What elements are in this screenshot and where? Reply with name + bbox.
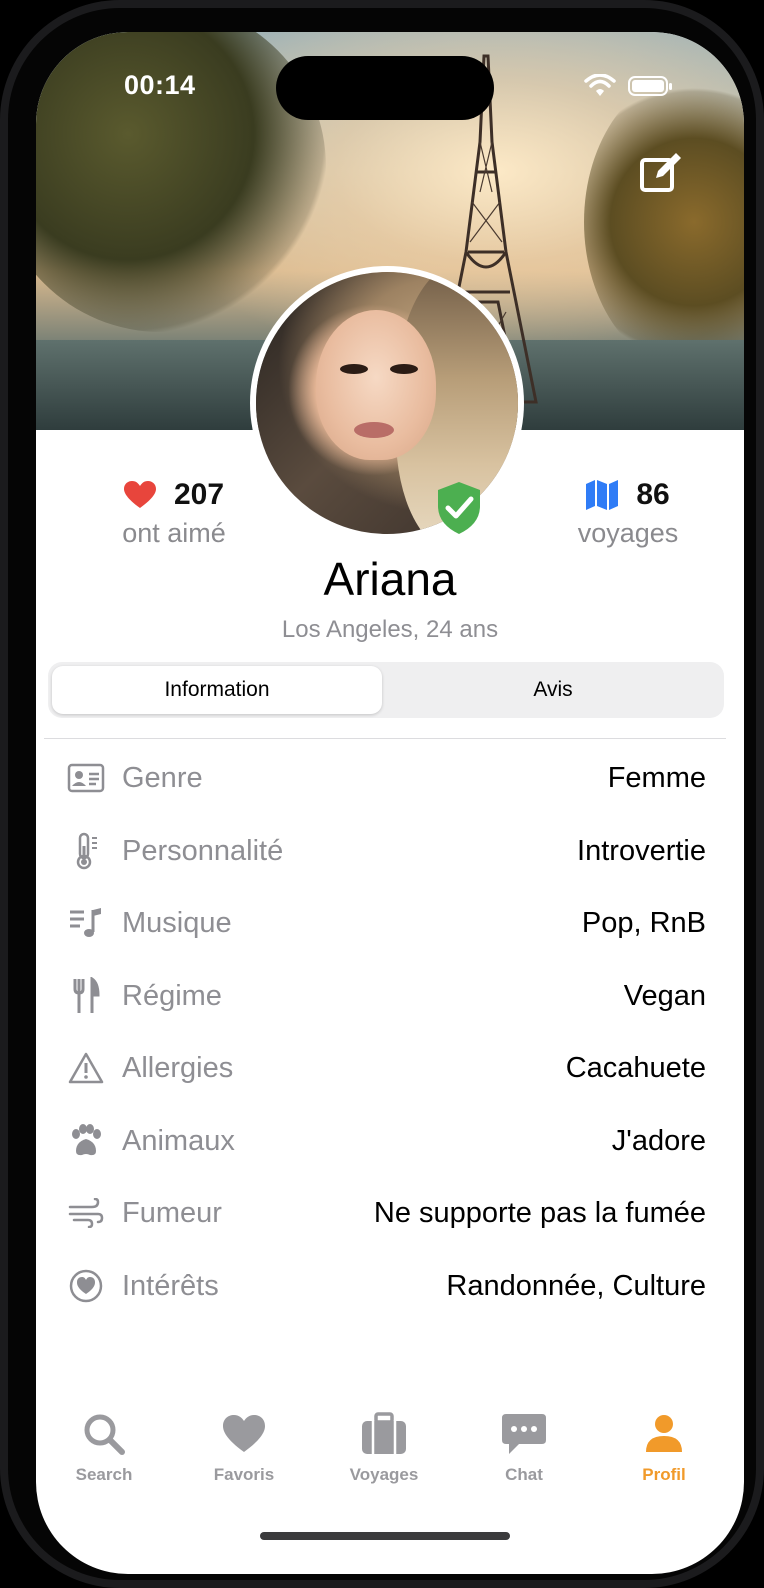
app-screen: 00:14 207 ont aimé 86 voyages Ariana Los… <box>36 32 744 1574</box>
map-icon <box>586 480 619 510</box>
detail-value: Randonnée, Culture <box>446 1269 706 1302</box>
detail-value: Introvertie <box>577 834 706 867</box>
verified-shield-icon <box>438 482 480 534</box>
heart-icon <box>123 481 156 508</box>
wifi-icon <box>584 74 616 96</box>
detail-value: Ne supporte pas la fumée <box>373 1196 706 1229</box>
cover-tree-right <box>584 72 744 372</box>
trips-count: 86 <box>636 478 670 511</box>
tab-label: Profil <box>642 1465 686 1484</box>
paw-icon <box>66 1121 106 1161</box>
battery-icon <box>628 76 672 96</box>
detail-label: Allergies <box>122 1051 234 1084</box>
avatar-eye <box>340 364 368 374</box>
tab-favoris[interactable]: Favoris <box>184 1412 304 1485</box>
detail-label: Musique <box>122 906 232 939</box>
device-frame: 00:14 207 ont aimé 86 voyages Ariana Los… <box>0 0 764 1588</box>
likes-label: ont aimé <box>122 518 226 548</box>
tab-label: Favoris <box>213 1465 275 1484</box>
detail-row-regime: Régime Vegan <box>66 971 706 1021</box>
search-icon <box>84 1414 125 1455</box>
tab-label: Chat <box>505 1465 543 1484</box>
likes-stat[interactable]: 207 ont aimé <box>94 478 254 549</box>
heart-circle-icon <box>66 1266 106 1306</box>
segmented-control: Information Avis <box>48 662 724 718</box>
likes-count: 207 <box>173 478 225 511</box>
detail-label: Personnalité <box>122 834 284 867</box>
detail-label: Animaux <box>122 1124 235 1157</box>
trips-label: voyages <box>577 518 679 548</box>
tab-voyages[interactable]: Voyages <box>324 1412 444 1485</box>
detail-row-musique: Musique Pop, RnB <box>66 898 706 948</box>
trips-stat[interactable]: 86 voyages <box>548 478 708 549</box>
wind-icon <box>66 1193 106 1233</box>
music-note-icon <box>66 903 106 943</box>
dynamic-island <box>276 56 494 120</box>
detail-value: Vegan <box>623 979 706 1012</box>
detail-label: Genre <box>122 761 203 794</box>
avatar-lips <box>354 422 394 438</box>
home-indicator[interactable] <box>260 1532 510 1540</box>
detail-row-genre: Genre Femme <box>66 753 706 803</box>
profile-name: Ariana <box>323 553 457 605</box>
tab-profil[interactable]: Profil <box>604 1412 724 1485</box>
tab-label: Voyages <box>349 1465 419 1484</box>
segment-information[interactable]: Information <box>52 666 382 714</box>
edit-profile-icon[interactable] <box>636 150 684 198</box>
detail-label: Intérêts <box>122 1269 219 1302</box>
detail-row-personnalite: Personnalité Introvertie <box>66 826 706 876</box>
profile-subtitle: Los Angeles, 24 ans <box>281 616 499 643</box>
segment-avis[interactable]: Avis <box>386 666 720 714</box>
device-bezel: 00:14 207 ont aimé 86 voyages Ariana Los… <box>8 8 756 1580</box>
detail-value: Pop, RnB <box>581 906 706 939</box>
section-divider <box>44 738 726 739</box>
status-time: 00:14 <box>124 70 196 100</box>
tab-bar: Search Favoris Voyages Chat Profil <box>36 1412 744 1512</box>
detail-label: Fumeur <box>122 1196 222 1229</box>
id-card-icon <box>66 758 106 798</box>
detail-value: J'adore <box>611 1124 706 1157</box>
heart-icon <box>223 1415 265 1452</box>
detail-value: Cacahuete <box>565 1051 706 1084</box>
suitcase-icon <box>362 1412 406 1454</box>
detail-row-allergies: Allergies Cacahuete <box>66 1043 706 1093</box>
tab-chat[interactable]: Chat <box>464 1412 584 1485</box>
detail-row-fumeur: Fumeur Ne supporte pas la fumée <box>66 1188 706 1238</box>
detail-row-animaux: Animaux J'adore <box>66 1116 706 1166</box>
detail-value: Femme <box>607 761 706 794</box>
detail-row-interets: Intérêts Randonnée, Culture <box>66 1261 706 1311</box>
chat-bubble-icon <box>502 1414 546 1454</box>
tab-label: Search <box>75 1465 133 1484</box>
fork-knife-icon <box>66 976 106 1016</box>
avatar-eye <box>390 364 418 374</box>
warning-triangle-icon <box>66 1048 106 1088</box>
person-icon <box>646 1415 682 1452</box>
tab-search[interactable]: Search <box>44 1412 164 1485</box>
detail-label: Régime <box>122 979 222 1012</box>
thermometer-icon <box>66 831 106 871</box>
